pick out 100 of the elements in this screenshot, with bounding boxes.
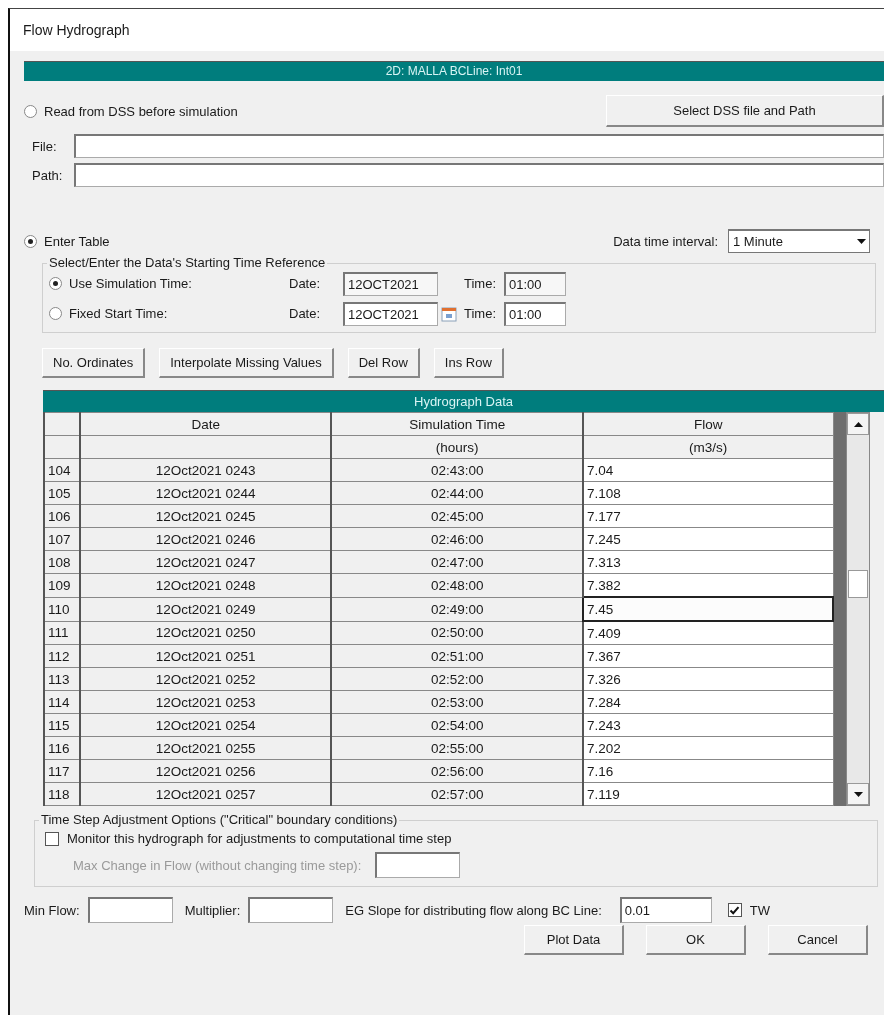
table-cell: 12Oct2021 0244 (79, 481, 332, 505)
table-cell[interactable]: 7.326 (582, 667, 833, 691)
field-label: Max Change in Flow (without changing time step): (73, 857, 362, 873)
table-cell: 02:52:00 (331, 667, 583, 691)
table-cell: 02:56:00 (331, 759, 583, 783)
interval-dropdown[interactable]: 1 Minute (728, 229, 870, 253)
table-cell: 12Oct2021 0257 (79, 782, 332, 806)
toolbar-button[interactable]: Ins Row (433, 348, 504, 378)
checkbox[interactable] (45, 831, 59, 846)
calendar-icon[interactable] (438, 305, 460, 322)
scroll-down-icon[interactable] (847, 783, 869, 805)
row-number: 117 (44, 759, 80, 783)
table-cell: 12Oct2021 0248 (79, 573, 332, 597)
row-number: 106 (44, 504, 80, 528)
column-unit: (m3/s) (582, 435, 833, 459)
table-cell[interactable]: 7.202 (582, 736, 833, 760)
section-header: 2D: MALLA BCLine: Int01 (24, 61, 884, 81)
table-cell: 12Oct2021 0245 (79, 504, 332, 528)
time-label: Time: (463, 276, 498, 291)
table-cell: 02:55:00 (331, 736, 583, 760)
table-cell[interactable]: 7.284 (582, 690, 833, 714)
toolbar-button[interactable]: Interpolate Missing Values (159, 348, 334, 378)
radio-label: Fixed Start Time: (69, 306, 168, 321)
table-cell[interactable]: 7.409 (582, 621, 833, 645)
field-label: Multiplier: (184, 902, 241, 918)
window-title: Flow Hydrograph (23, 22, 130, 38)
text-field[interactable] (248, 897, 334, 923)
text-field[interactable] (87, 897, 173, 923)
text-field[interactable] (74, 134, 884, 158)
time-field[interactable]: 01:00 (504, 271, 566, 296)
table-cell: 02:51:00 (331, 644, 583, 668)
table-cell[interactable]: 7.367 (582, 644, 833, 668)
scroll-up-icon[interactable] (847, 413, 869, 435)
radio-button[interactable] (49, 277, 62, 290)
table-cell: 02:47:00 (331, 550, 583, 574)
date-field[interactable]: 12OCT2021 (343, 271, 438, 296)
table-cell[interactable]: 7.45 (582, 597, 833, 621)
table-cell: 02:57:00 (331, 782, 583, 806)
table-cell[interactable]: 7.313 (582, 550, 833, 574)
table-cell[interactable]: 7.16 (582, 759, 833, 783)
time-field[interactable]: 01:00 (504, 301, 566, 326)
radio-button[interactable] (24, 234, 37, 248)
table-cell: 12Oct2021 0251 (79, 644, 332, 668)
table-cell: 12Oct2021 0243 (79, 458, 332, 482)
radio-label: Use Simulation Time: (69, 276, 192, 291)
table-cell[interactable]: 7.243 (582, 713, 833, 737)
scrollbar[interactable] (846, 412, 870, 806)
row-number: 109 (44, 573, 80, 597)
row-number: 115 (44, 713, 80, 737)
field-label: Path: (32, 167, 64, 183)
date-field[interactable]: 12OCT2021 (343, 301, 438, 326)
text-field[interactable] (74, 163, 884, 187)
scroll-thumb[interactable] (848, 570, 868, 598)
table-cell[interactable]: 7.177 (582, 504, 833, 528)
toolbar-button[interactable]: Del Row (347, 348, 420, 378)
row-number: 105 (44, 481, 80, 505)
table-cell: 02:50:00 (331, 621, 583, 645)
column-header: Date (79, 412, 332, 436)
row-number: 114 (44, 690, 80, 714)
table-cell: 02:45:00 (331, 504, 583, 528)
dialog-button[interactable]: Cancel (768, 925, 868, 955)
row-number: 118 (44, 782, 80, 806)
select-dss-button[interactable]: Select DSS file and Path (606, 95, 884, 127)
row-number: 110 (44, 597, 80, 621)
date-label: Date: (289, 306, 322, 321)
table-cell: 12Oct2021 0246 (79, 527, 332, 551)
field-label: Min Flow: (24, 902, 80, 918)
date-label: Date: (289, 276, 322, 291)
table-cell[interactable]: 7.382 (582, 573, 833, 597)
table-title: Hydrograph Data (43, 390, 884, 412)
table-cell: 02:46:00 (331, 527, 583, 551)
checkbox[interactable] (727, 903, 742, 917)
dialog-button[interactable]: OK (646, 925, 746, 955)
group-legend: Time Step Adjustment Options ("Critical" boundary conditions) (39, 812, 400, 827)
table-cell: 02:48:00 (331, 573, 583, 597)
text-field[interactable]: 0.01 (619, 897, 712, 923)
radio-button[interactable] (24, 104, 37, 118)
row-number: 107 (44, 527, 80, 551)
toolbar-button[interactable]: No. Ordinates (42, 348, 146, 378)
table-cell: 12Oct2021 0249 (79, 597, 332, 621)
table-cell: 12Oct2021 0255 (79, 736, 332, 760)
field-label: EG Slope for distributing flow along BC Line: (345, 902, 602, 918)
table-cell: 12Oct2021 0247 (79, 550, 332, 574)
table-cell[interactable]: 7.04 (582, 458, 833, 482)
column-header: Simulation Time (331, 412, 583, 436)
table-cell[interactable]: 7.108 (582, 481, 833, 505)
table-cell: 12Oct2021 0250 (79, 621, 332, 645)
row-number: 113 (44, 667, 80, 691)
checkbox-label: TW (749, 902, 770, 918)
row-number: 108 (44, 550, 80, 574)
table-cell: 02:43:00 (331, 458, 583, 482)
radio-button[interactable] (49, 307, 62, 320)
table-cell[interactable]: 7.245 (582, 527, 833, 551)
checkbox-label: Monitor this hydrograph for adjustments to computational time step (67, 831, 452, 846)
field-label: File: (32, 138, 58, 154)
row-number: 116 (44, 736, 80, 760)
table-cell: 12Oct2021 0252 (79, 667, 332, 691)
table-cell[interactable]: 7.119 (582, 782, 833, 806)
column-header: Flow (582, 412, 833, 436)
dialog-button[interactable]: Plot Data (524, 925, 624, 955)
